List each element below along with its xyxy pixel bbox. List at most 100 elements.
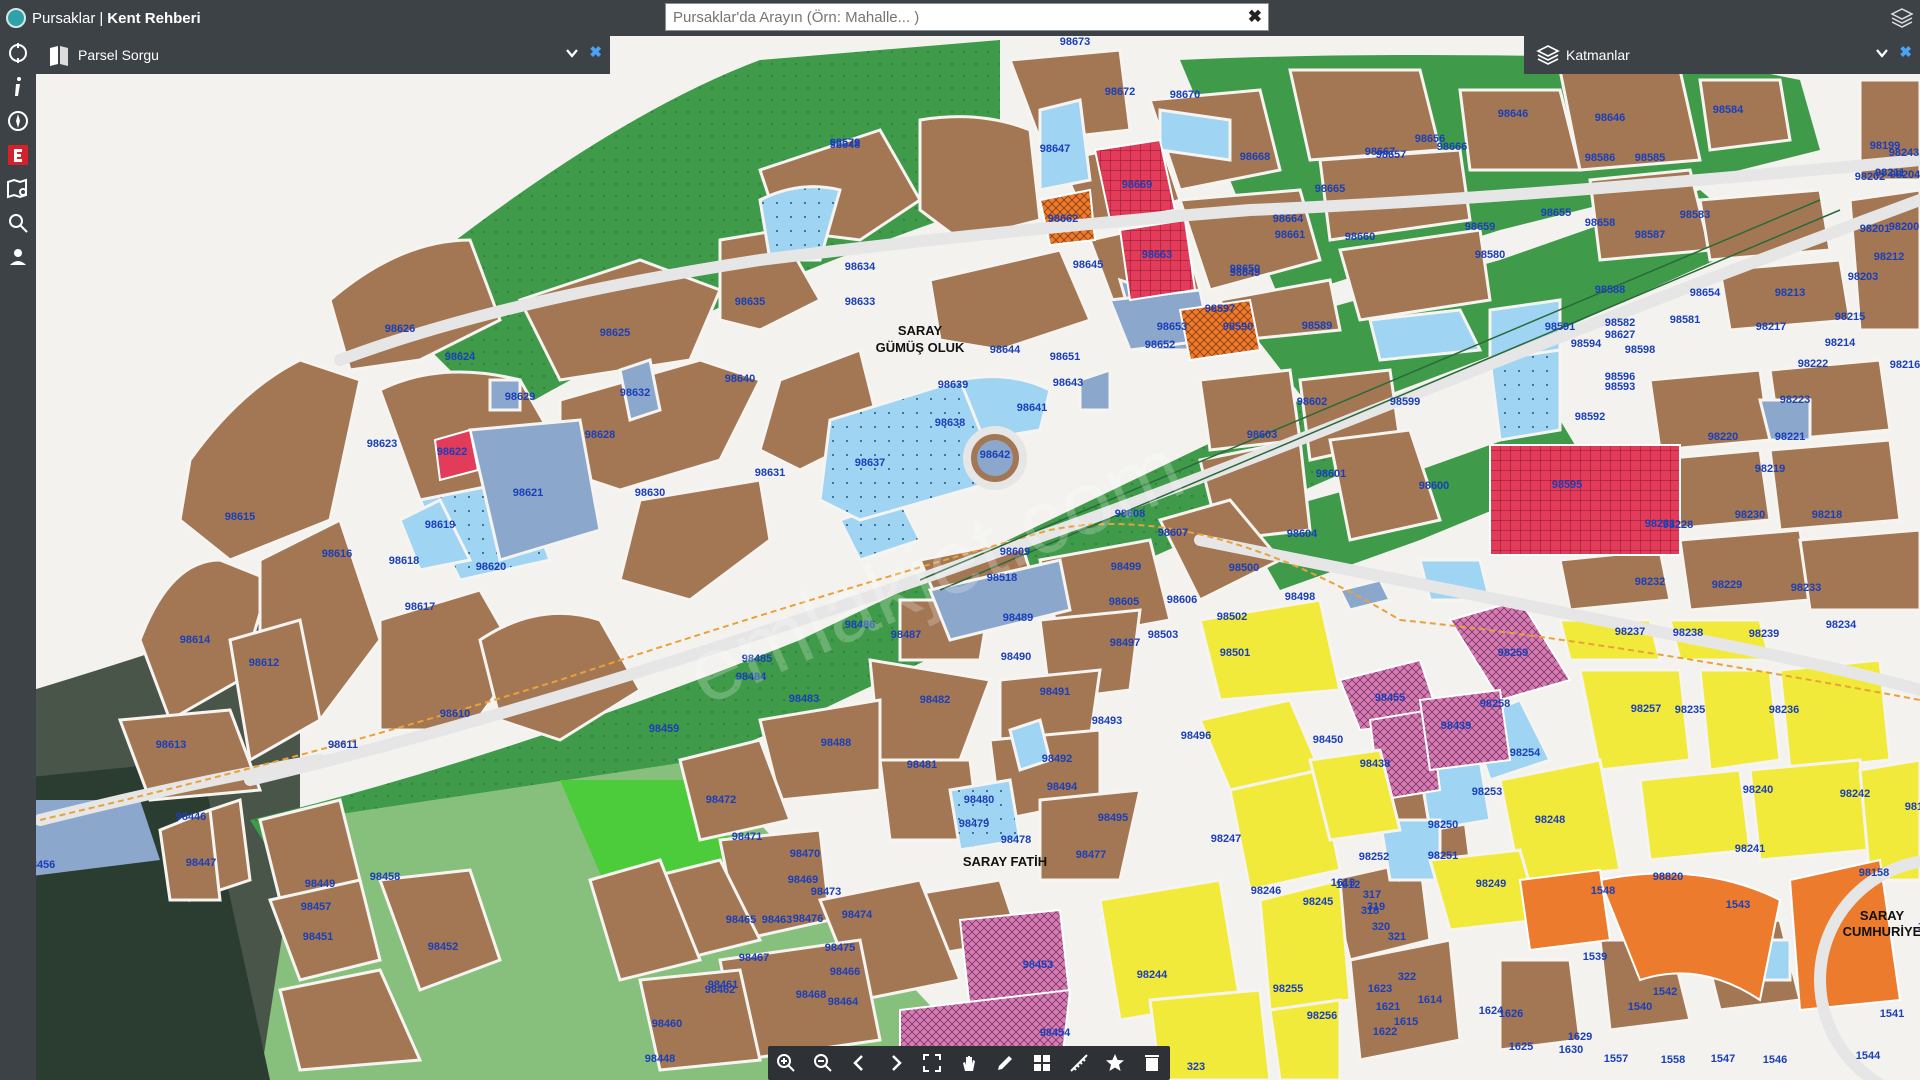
parcel-number[interactable]: 98230 bbox=[1735, 509, 1766, 521]
parcel-number[interactable]: 98258 bbox=[1480, 698, 1511, 710]
parcel-number[interactable]: 98202 bbox=[1855, 171, 1886, 183]
parcel-number[interactable]: 98607 bbox=[1158, 527, 1189, 539]
parcel-number[interactable]: 98474 bbox=[842, 909, 873, 921]
parcel-number[interactable]: 1621 bbox=[1376, 1001, 1400, 1013]
parcel-number[interactable]: 98459 bbox=[649, 723, 680, 735]
search-input[interactable] bbox=[666, 4, 1240, 30]
parcel-number[interactable]: 98492 bbox=[1042, 753, 1073, 765]
parcel-number[interactable]: 98661 bbox=[1275, 229, 1306, 241]
parcel-number[interactable]: 98218 bbox=[1812, 509, 1843, 521]
parcel-number[interactable]: 98637 bbox=[855, 457, 886, 469]
zoom-in-button[interactable] bbox=[773, 1050, 799, 1076]
parcel-number[interactable]: 98491 bbox=[1040, 686, 1071, 698]
parcel-number[interactable]: 98498 bbox=[1285, 591, 1316, 603]
parcel-number[interactable]: 98234 bbox=[1826, 619, 1857, 631]
parcel-number[interactable]: 98599 bbox=[1390, 396, 1421, 408]
parcel-number[interactable]: 98252 bbox=[1359, 851, 1390, 863]
parcel-number[interactable]: 98479 bbox=[959, 818, 990, 830]
parcel-number[interactable]: 98249 bbox=[1476, 878, 1507, 890]
parcel-number[interactable]: 98500 bbox=[1229, 562, 1260, 574]
parcel-number[interactable]: 98238 bbox=[1673, 627, 1704, 639]
parcel-number[interactable]: 98250 bbox=[1428, 819, 1459, 831]
parcel-number[interactable]: 98450 bbox=[1313, 734, 1344, 746]
parcel-number[interactable]: 98259 bbox=[1498, 647, 1529, 659]
delete-button[interactable] bbox=[1139, 1050, 1165, 1076]
parcel-number[interactable]: 98481 bbox=[907, 759, 938, 771]
parcel-number[interactable]: 98220 bbox=[1708, 431, 1739, 443]
parcel-number[interactable]: 98657 bbox=[1376, 149, 1407, 161]
parcel-number[interactable]: 98473 bbox=[811, 886, 842, 898]
parcel-number[interactable]: 1547 bbox=[1711, 1053, 1735, 1065]
parcel-number[interactable]: 98582 bbox=[1605, 317, 1636, 329]
parcel-number[interactable]: 98470 bbox=[790, 848, 821, 860]
parcel-number[interactable]: 98242 bbox=[1840, 788, 1871, 800]
parcel-number[interactable]: 1623 bbox=[1368, 983, 1392, 995]
parcel-number[interactable]: 98594 bbox=[1571, 338, 1602, 350]
draw-button[interactable] bbox=[992, 1050, 1018, 1076]
parcel-number[interactable]: 98655 bbox=[1541, 207, 1572, 219]
parcel-number[interactable]: 98490 bbox=[1001, 651, 1032, 663]
parcel-number[interactable]: 98468 bbox=[796, 989, 827, 1001]
parcel-number[interactable]: 98670 bbox=[1170, 89, 1201, 101]
parcel-number[interactable]: 98640 bbox=[725, 373, 756, 385]
parcel-number[interactable]: 98462 bbox=[705, 984, 736, 996]
parcel-number[interactable]: 98618 bbox=[389, 555, 420, 567]
parcel-number[interactable]: 98593 bbox=[1605, 381, 1636, 393]
parcel-number[interactable]: 98585 bbox=[1635, 152, 1666, 164]
parcel-number[interactable]: 98488 bbox=[821, 737, 852, 749]
parcel-number[interactable]: 98466 bbox=[830, 966, 861, 978]
parcel-number[interactable]: 1544 bbox=[1856, 1050, 1881, 1062]
parcel-number[interactable]: 98438 bbox=[1360, 758, 1391, 770]
parcel-number[interactable]: 98588 bbox=[1595, 284, 1626, 296]
parcel-number[interactable]: 98478 bbox=[1001, 834, 1032, 846]
parcel-number[interactable]: 98486 bbox=[845, 619, 876, 631]
parcel-number[interactable]: 98254 bbox=[1510, 747, 1541, 759]
parcel-number[interactable]: 98617 bbox=[405, 601, 436, 613]
parcel-number[interactable]: 321 bbox=[1388, 931, 1406, 943]
chevron-down-icon[interactable] bbox=[1875, 46, 1889, 60]
parcel-number[interactable]: 98477 bbox=[1076, 849, 1107, 861]
parcel-number[interactable]: 1548 bbox=[1591, 885, 1615, 897]
parcel-number[interactable]: 98650 bbox=[1230, 263, 1261, 275]
parcel-number[interactable]: 98487 bbox=[891, 629, 922, 641]
parcel-number[interactable]: 1624 bbox=[1479, 1005, 1504, 1017]
parcel-number[interactable]: 98469 bbox=[788, 874, 819, 886]
parcel-number[interactable]: 98200 bbox=[1889, 221, 1920, 233]
parcel-number[interactable]: 98239 bbox=[1749, 628, 1780, 640]
parcel-number[interactable]: 98597 bbox=[1205, 303, 1236, 315]
parcel-number[interactable]: 1615 bbox=[1394, 1016, 1418, 1028]
parcel-number[interactable]: 98243 bbox=[1889, 147, 1920, 159]
full-extent-button[interactable] bbox=[919, 1050, 945, 1076]
parcel-number[interactable]: 98501 bbox=[1220, 647, 1251, 659]
parcel-number[interactable]: 98646 bbox=[1595, 112, 1626, 124]
parcel-number[interactable]: 98221 bbox=[1775, 431, 1806, 443]
parcel-number[interactable]: 98633 bbox=[845, 296, 876, 308]
parcel-number[interactable]: 98606 bbox=[1167, 594, 1198, 606]
parcel-number[interactable]: 98439 bbox=[1441, 720, 1472, 732]
parcel-number[interactable]: 98472 bbox=[706, 794, 737, 806]
measure-button[interactable] bbox=[1066, 1050, 1092, 1076]
close-icon[interactable]: ✖ bbox=[589, 45, 602, 60]
parcel-number[interactable]: 98502 bbox=[1217, 611, 1248, 623]
parcel-number[interactable]: 1558 bbox=[1661, 1054, 1685, 1066]
parcel-number[interactable]: 98613 bbox=[156, 739, 187, 751]
parcel-number[interactable]: 1546 bbox=[1763, 1054, 1787, 1066]
parcel-number[interactable]: 98629 bbox=[505, 391, 536, 403]
parcel-number[interactable]: 98244 bbox=[1137, 969, 1168, 981]
parcel-number[interactable]: 98485 bbox=[742, 653, 773, 665]
parcel-number[interactable]: 98212 bbox=[1874, 251, 1905, 263]
parcel-number[interactable]: 98231 bbox=[1645, 518, 1676, 530]
parcel-number[interactable]: 1625 bbox=[1509, 1041, 1533, 1053]
parcel-number[interactable]: 98622 bbox=[437, 446, 468, 458]
parcel-number[interactable]: 98482 bbox=[920, 694, 951, 706]
parcel-number[interactable]: 98601 bbox=[1316, 468, 1347, 480]
parcel-number[interactable]: 98600 bbox=[1419, 480, 1450, 492]
parcel-number[interactable]: 98669 bbox=[1122, 179, 1153, 191]
parcel-number[interactable]: 98203 bbox=[1848, 271, 1879, 283]
parcel-number[interactable]: 98660 bbox=[1345, 231, 1376, 243]
parcel-number[interactable]: 98602 bbox=[1297, 396, 1328, 408]
parcel-number[interactable]: 98635 bbox=[735, 296, 766, 308]
parcel-number[interactable]: 98591 bbox=[1545, 321, 1576, 333]
parcel-number[interactable]: 98639 bbox=[938, 379, 969, 391]
parcel-number[interactable]: 98458 bbox=[370, 871, 401, 883]
